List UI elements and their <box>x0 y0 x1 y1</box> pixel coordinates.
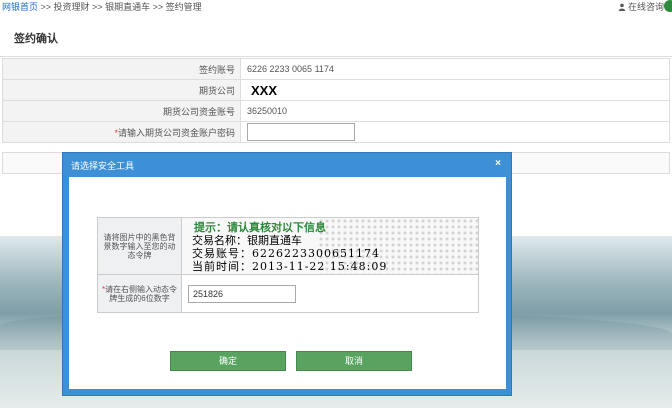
form-row-account: 签约账号 6226 2233 0065 1174 <box>2 58 670 80</box>
confirm-button[interactable]: 确定 <box>170 351 286 371</box>
token-image-cell: 提示：请认真核对以下信息 交易名称：银期直通车 交易账号：62262233006… <box>181 217 479 275</box>
breadcrumb-sign-management: 签约管理 <box>165 2 202 12</box>
token-image: 提示：请认真核对以下信息 交易名称：银期直通车 交易账号：62262233006… <box>182 218 478 274</box>
company-label: 期货公司 <box>2 79 241 101</box>
password-input[interactable] <box>247 123 355 141</box>
form-row-fund-account: 期货公司资金账号 36250010 <box>2 100 670 122</box>
person-icon <box>618 3 626 11</box>
form-row-password: *请输入期货公司资金账户密码 <box>2 121 670 143</box>
fund-account-label: 期货公司资金账号 <box>2 100 241 122</box>
account-label: 签约账号 <box>2 58 241 80</box>
password-label-cell: *请输入期货公司资金账户密码 <box>2 121 241 143</box>
sign-confirm-form: 签约账号 6226 2233 0065 1174 期货公司 XXX 期货公司资金… <box>2 58 670 143</box>
breadcrumb-home-link[interactable]: 网银首页 <box>2 2 38 12</box>
fund-account-value: 36250010 <box>240 100 670 122</box>
dialog-body: 请将图片中的黑色背景数字输入至您的动态令牌 提示：请认真核对以下信息 交易名称：… <box>69 177 506 389</box>
code-row: *请在右侧输入动态令牌生成的6位数字 251826 <box>97 274 479 313</box>
page-title: 签约确认 <box>14 33 58 45</box>
online-consult-link[interactable]: 在线咨询 <box>618 0 672 14</box>
dialog-title: 请选择安全工具 <box>71 161 135 171</box>
breadcrumb-separator: >> <box>38 2 54 12</box>
token-instruction: 请将图片中的黑色背景数字输入至您的动态令牌 <box>97 217 182 275</box>
divider <box>0 56 672 57</box>
password-label: 请输入期货公司资金账户密码 <box>117 127 235 138</box>
account-value: 6226 2233 0065 1174 <box>240 58 670 80</box>
code-label: 请在右侧输入动态令牌生成的6位数字 <box>105 284 178 303</box>
breadcrumb-bank-futures[interactable]: 银期直通车 <box>105 2 150 12</box>
company-value: XXX <box>251 82 278 98</box>
breadcrumb-separator: >> <box>150 2 166 12</box>
dynamic-code-input[interactable]: 251826 <box>188 284 296 303</box>
breadcrumb-separator: >> <box>89 2 106 12</box>
token-time: 当前时间：2013-11-22 15:48:09 <box>192 260 388 273</box>
close-icon[interactable]: × <box>495 158 501 169</box>
security-tool-dialog: 请选择安全工具 × 请将图片中的黑色背景数字输入至您的动态令牌 提示：请认真核对… <box>62 152 512 396</box>
token-row: 请将图片中的黑色背景数字输入至您的动态令牌 提示：请认真核对以下信息 交易名称：… <box>97 217 479 275</box>
online-consult-label: 在线咨询 <box>627 2 664 12</box>
breadcrumb: 网银首页 >> 投资理财 >> 银期直通车 >> 签约管理 <box>0 0 672 14</box>
breadcrumb-investment[interactable]: 投资理财 <box>54 2 90 12</box>
form-row-company: 期货公司 XXX <box>2 79 670 101</box>
cancel-button[interactable]: 取消 <box>296 351 412 371</box>
token-panel: 请将图片中的黑色背景数字输入至您的动态令牌 提示：请认真核对以下信息 交易名称：… <box>97 217 479 313</box>
code-label-cell: *请在右侧输入动态令牌生成的6位数字 <box>97 274 182 313</box>
status-dot-icon <box>664 0 672 12</box>
